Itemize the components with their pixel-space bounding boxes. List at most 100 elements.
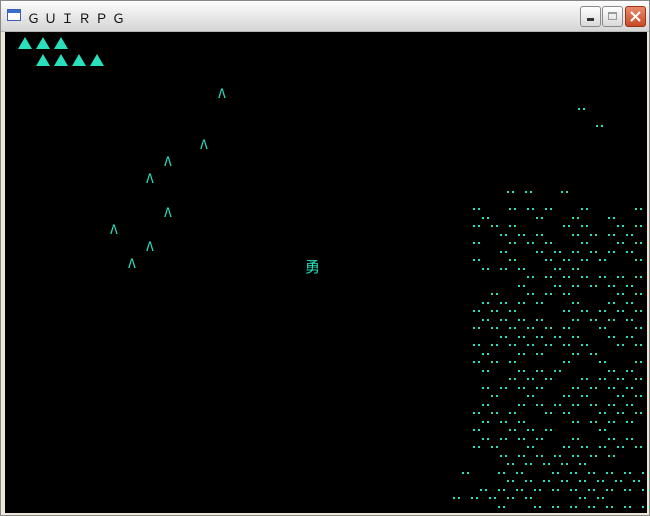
terrain-dot <box>568 412 570 414</box>
terrain-dot <box>545 259 547 261</box>
terrain-dot <box>613 234 615 236</box>
terrain-dot <box>541 404 543 406</box>
terrain-dot <box>550 429 552 431</box>
terrain-dot <box>509 327 511 329</box>
game-viewport[interactable]: Λ Λ Λ Λ Λ Λ Λ Λ 勇 <box>5 32 647 513</box>
terrain-dot <box>633 480 635 482</box>
terrain-dot <box>534 489 536 491</box>
terrain-dot <box>626 421 628 423</box>
filled-triangle-icon <box>54 37 68 49</box>
terrain-dot <box>462 472 464 474</box>
terrain-dot <box>590 319 592 321</box>
terrain-dot <box>518 234 520 236</box>
terrain-dot <box>554 251 556 253</box>
terrain-dot <box>482 217 484 219</box>
terrain-dot <box>496 446 498 448</box>
terrain-dot <box>572 421 574 423</box>
terrain-dot <box>518 336 520 338</box>
terrain-dot <box>608 234 610 236</box>
terrain-dot <box>498 506 500 508</box>
terrain-dot <box>523 404 525 406</box>
terrain-dot <box>514 327 516 329</box>
terrain-dot <box>453 497 455 499</box>
terrain-dot <box>581 225 583 227</box>
terrain-dot <box>507 463 509 465</box>
terrain-dot <box>586 242 588 244</box>
terrain-dot <box>631 234 633 236</box>
terrain-dot <box>487 319 489 321</box>
terrain-dot <box>518 455 520 457</box>
terrain-dot <box>622 242 624 244</box>
terrain-dot <box>575 506 577 508</box>
terrain-dot <box>527 344 529 346</box>
terrain-dot <box>494 497 496 499</box>
terrain-dot <box>523 370 525 372</box>
terrain-dot <box>509 242 511 244</box>
minimize-button[interactable] <box>580 6 601 27</box>
terrain-dot <box>581 395 583 397</box>
terrain-dot <box>527 242 529 244</box>
terrain-dot <box>613 251 615 253</box>
terrain-dot <box>563 327 565 329</box>
terrain-dot <box>514 429 516 431</box>
terrain-dot <box>554 268 556 270</box>
terrain-dot <box>478 310 480 312</box>
terrain-dot <box>554 455 556 457</box>
terrain-dot <box>550 259 552 261</box>
terrain-dot <box>601 125 603 127</box>
terrain-dot <box>512 497 514 499</box>
terrain-dot <box>482 353 484 355</box>
terrain-dot <box>521 489 523 491</box>
terrain-dot <box>500 268 502 270</box>
terrain-dot <box>631 319 633 321</box>
terrain-dot <box>608 319 610 321</box>
terrain-dot <box>622 276 624 278</box>
terrain-dot <box>635 395 637 397</box>
close-icon <box>630 11 641 22</box>
mountain-glyph: Λ <box>146 172 154 187</box>
terrain-dot <box>518 387 520 389</box>
terrain-dot <box>487 438 489 440</box>
terrain-dot <box>635 412 637 414</box>
terrain-dot <box>557 506 559 508</box>
terrain-dot <box>507 480 509 482</box>
terrain-dot <box>498 472 500 474</box>
terrain-dot <box>626 302 628 304</box>
window-icon[interactable] <box>7 9 21 21</box>
terrain-dot <box>518 404 520 406</box>
terrain-dot <box>505 387 507 389</box>
terrain-dot <box>584 463 586 465</box>
terrain-dot <box>631 370 633 372</box>
terrain-dot <box>548 463 550 465</box>
terrain-dot <box>514 378 516 380</box>
terrain-dot <box>507 497 509 499</box>
terrain-dot <box>642 472 644 474</box>
terrain-dot <box>624 472 626 474</box>
terrain-dot <box>536 319 538 321</box>
terrain-dot <box>532 276 534 278</box>
terrain-dot <box>613 438 615 440</box>
terrain-dot <box>525 191 527 193</box>
terrain-dot <box>532 344 534 346</box>
terrain-dot <box>568 259 570 261</box>
terrain-dot <box>550 327 552 329</box>
terrain-dot <box>530 497 532 499</box>
terrain-dot <box>563 259 565 261</box>
terrain-dot <box>532 242 534 244</box>
terrain-dot <box>577 336 579 338</box>
terrain-dot <box>608 251 610 253</box>
terrain-dot <box>611 506 613 508</box>
terrain-dot <box>525 480 527 482</box>
terrain-dot <box>496 395 498 397</box>
terrain-dot <box>617 310 619 312</box>
terrain-dot <box>590 387 592 389</box>
terrain-dot <box>599 361 601 363</box>
maximize-button[interactable] <box>602 6 623 27</box>
close-button[interactable] <box>625 6 646 27</box>
terrain-dot <box>482 319 484 321</box>
title-bar[interactable]: ＧＵＩＲＰＧ <box>1 1 649 32</box>
terrain-dot <box>478 361 480 363</box>
terrain-dot <box>523 234 525 236</box>
terrain-dot <box>476 497 478 499</box>
terrain-dot <box>521 472 523 474</box>
